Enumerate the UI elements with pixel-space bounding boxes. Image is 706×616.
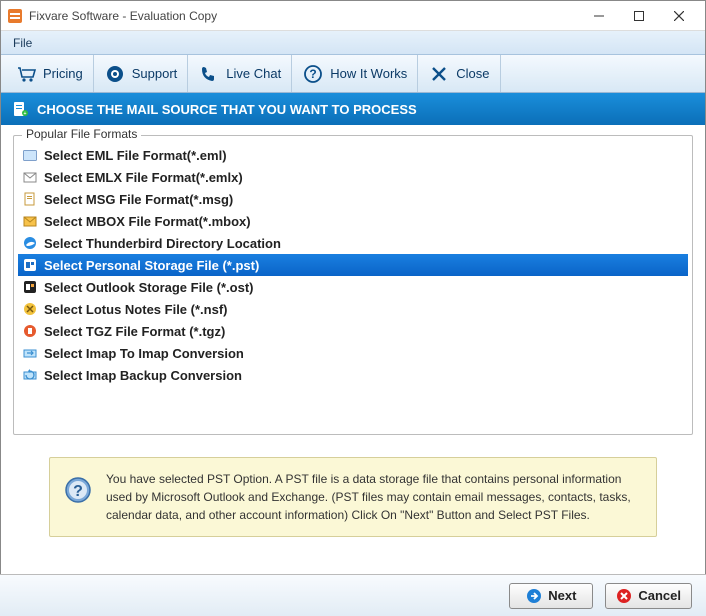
minimize-button[interactable] bbox=[579, 2, 619, 30]
format-label: Select TGZ File Format (*.tgz) bbox=[44, 324, 225, 339]
titlebar: Fixvare Software - Evaluation Copy bbox=[1, 1, 705, 31]
cart-icon bbox=[15, 63, 37, 85]
imap-icon bbox=[22, 345, 38, 361]
toolbar-howitworks-button[interactable]: ? How It Works bbox=[292, 55, 418, 92]
main-area: Popular File Formats Select EML File For… bbox=[1, 125, 705, 547]
info-text: You have selected PST Option. A PST file… bbox=[106, 470, 642, 524]
info-question-icon: ? bbox=[64, 476, 92, 504]
toolbar-close-label: Close bbox=[456, 66, 489, 81]
page-icon: + bbox=[11, 100, 29, 118]
support-icon bbox=[104, 63, 126, 85]
format-label: Select MBOX File Format(*.mbox) bbox=[44, 214, 251, 229]
header-bar: + CHOOSE THE MAIL SOURCE THAT YOU WANT T… bbox=[1, 93, 705, 125]
eml-icon bbox=[22, 147, 38, 163]
svg-text:?: ? bbox=[310, 67, 317, 81]
format-label: Select Outlook Storage File (*.ost) bbox=[44, 280, 253, 295]
nsf-icon bbox=[22, 301, 38, 317]
cancel-icon bbox=[616, 588, 632, 604]
format-option[interactable]: Select Imap Backup Conversion bbox=[18, 364, 688, 386]
toolbar-pricing-label: Pricing bbox=[43, 66, 83, 81]
format-option[interactable]: Select TGZ File Format (*.tgz) bbox=[18, 320, 688, 342]
format-option[interactable]: Select Lotus Notes File (*.nsf) bbox=[18, 298, 688, 320]
close-window-button[interactable] bbox=[659, 2, 699, 30]
toolbar-livechat-button[interactable]: Live Chat bbox=[188, 55, 292, 92]
toolbar-support-label: Support bbox=[132, 66, 178, 81]
format-label: Select EMLX File Format(*.emlx) bbox=[44, 170, 243, 185]
app-icon bbox=[7, 8, 23, 24]
footer-bar: Next Cancel bbox=[0, 574, 706, 616]
format-option[interactable]: Select Personal Storage File (*.pst) bbox=[18, 254, 688, 276]
format-option[interactable]: Select EML File Format(*.eml) bbox=[18, 144, 688, 166]
emlx-icon bbox=[22, 169, 38, 185]
format-option[interactable]: Select Outlook Storage File (*.ost) bbox=[18, 276, 688, 298]
question-icon: ? bbox=[302, 63, 324, 85]
mbox-icon bbox=[22, 213, 38, 229]
pst-icon bbox=[22, 257, 38, 273]
cancel-label: Cancel bbox=[638, 588, 681, 603]
formats-groupbox: Popular File Formats Select EML File For… bbox=[13, 135, 693, 435]
format-option[interactable]: Select Imap To Imap Conversion bbox=[18, 342, 688, 364]
format-label: Select Lotus Notes File (*.nsf) bbox=[44, 302, 227, 317]
format-option[interactable]: Select EMLX File Format(*.emlx) bbox=[18, 166, 688, 188]
cancel-button[interactable]: Cancel bbox=[605, 583, 692, 609]
next-label: Next bbox=[548, 588, 576, 603]
menu-file[interactable]: File bbox=[5, 34, 40, 52]
svg-text:+: + bbox=[24, 111, 27, 117]
formats-list: Select EML File Format(*.eml) Select EMLX… bbox=[18, 144, 688, 386]
close-icon bbox=[428, 63, 450, 85]
groupbox-legend: Popular File Formats bbox=[22, 127, 141, 141]
info-panel: ? You have selected PST Option. A PST fi… bbox=[49, 457, 657, 537]
arrow-right-icon bbox=[526, 588, 542, 604]
msg-icon bbox=[22, 191, 38, 207]
format-label: Select Thunderbird Directory Location bbox=[44, 236, 281, 251]
toolbar-livechat-label: Live Chat bbox=[226, 66, 281, 81]
next-button[interactable]: Next bbox=[509, 583, 593, 609]
ost-icon bbox=[22, 279, 38, 295]
format-label: Select MSG File Format(*.msg) bbox=[44, 192, 233, 207]
format-option[interactable]: Select MSG File Format(*.msg) bbox=[18, 188, 688, 210]
imapb-icon bbox=[22, 367, 38, 383]
svg-text:?: ? bbox=[73, 483, 83, 500]
toolbar-close-button[interactable]: Close bbox=[418, 55, 500, 92]
format-option[interactable]: Select Thunderbird Directory Location bbox=[18, 232, 688, 254]
toolbar: Pricing Support Live Chat ? How It Works… bbox=[1, 55, 705, 93]
thunderbird-icon bbox=[22, 235, 38, 251]
tgz-icon bbox=[22, 323, 38, 339]
toolbar-howitworks-label: How It Works bbox=[330, 66, 407, 81]
toolbar-support-button[interactable]: Support bbox=[94, 55, 189, 92]
maximize-button[interactable] bbox=[619, 2, 659, 30]
toolbar-pricing-button[interactable]: Pricing bbox=[5, 55, 94, 92]
phone-icon bbox=[198, 63, 220, 85]
format-option[interactable]: Select MBOX File Format(*.mbox) bbox=[18, 210, 688, 232]
header-text: CHOOSE THE MAIL SOURCE THAT YOU WANT TO … bbox=[37, 102, 417, 117]
format-label: Select Personal Storage File (*.pst) bbox=[44, 258, 259, 273]
menubar: File bbox=[1, 31, 705, 55]
format-label: Select Imap To Imap Conversion bbox=[44, 346, 244, 361]
format-label: Select Imap Backup Conversion bbox=[44, 368, 242, 383]
format-label: Select EML File Format(*.eml) bbox=[44, 148, 227, 163]
window-title: Fixvare Software - Evaluation Copy bbox=[29, 9, 579, 23]
